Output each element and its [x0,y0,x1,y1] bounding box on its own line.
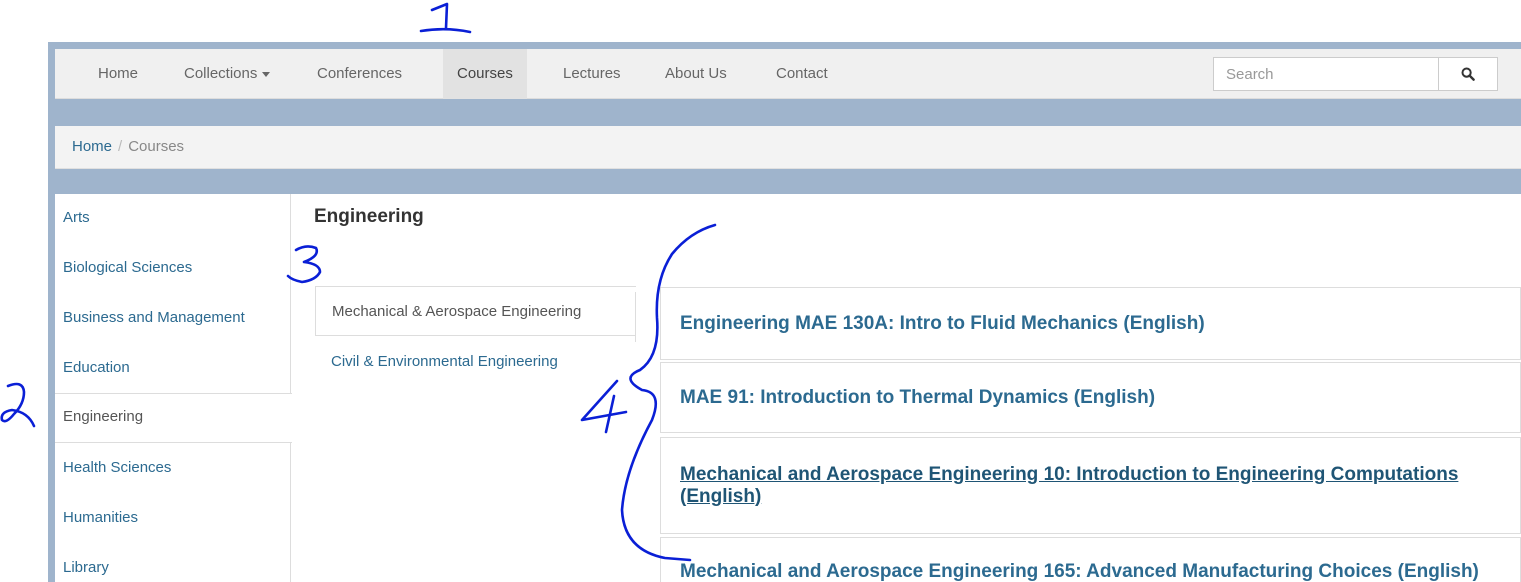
course-item[interactable]: Mechanical and Aerospace Engineering 10:… [660,437,1521,534]
category-arts[interactable]: Arts [55,195,291,245]
category-biological-sciences[interactable]: Biological Sciences [55,245,291,295]
nav-contact-label: Contact [776,65,828,82]
content-panel: Arts Biological Sciences Business and Ma… [55,194,1521,582]
category-divider [290,194,291,393]
nav-collections-dropdown[interactable]: Collections [184,49,271,99]
subcategory-divider [635,292,636,342]
nav-courses[interactable]: Courses [443,49,527,99]
category-library[interactable]: Library [55,545,291,582]
category-business-and-management[interactable]: Business and Management [55,295,291,345]
course-item[interactable]: Engineering MAE 130A: Intro to Fluid Mec… [660,287,1521,360]
course-item[interactable]: MAE 91: Introduction to Thermal Dynamics… [660,362,1521,433]
annotation-mark-2 [0,382,36,428]
page-frame: Home Collections Conferences Courses Lec… [48,42,1521,582]
section-title: Engineering [314,206,424,227]
top-navbar: Home Collections Conferences Courses Lec… [55,49,1521,99]
search-input[interactable] [1213,57,1439,91]
nav-about-us[interactable]: About Us [665,49,727,99]
search-button[interactable] [1438,57,1498,91]
breadcrumb: Home / Courses [55,126,1521,169]
nav-conferences-label: Conferences [317,65,403,82]
nav-conferences[interactable]: Conferences [317,49,402,99]
breadcrumb-home-link[interactable]: Home [72,138,112,155]
course-title: Mechanical and Aerospace Engineering 10:… [680,463,1459,507]
category-engineering[interactable]: Engineering [55,393,292,443]
nav-home[interactable]: Home [98,49,138,99]
course-item[interactable]: Mechanical and Aerospace Engineering 165… [660,537,1521,582]
nav-contact[interactable]: Contact [776,49,828,99]
category-education[interactable]: Education [55,345,291,395]
category-divider [290,442,291,582]
nav-courses-label: Courses [457,65,513,82]
breadcrumb-current: Courses [128,138,185,155]
nav-about-us-label: About Us [665,65,727,82]
category-humanities[interactable]: Humanities [55,495,291,545]
search-icon [1461,67,1475,81]
annotation-mark-1 [419,2,472,34]
course-title: MAE 91: Introduction to Thermal Dynamics… [680,386,1156,408]
subcategory-civil-environmental[interactable]: Civil & Environmental Engineering [315,337,636,387]
nav-lectures[interactable]: Lectures [563,49,621,99]
nav-lectures-label: Lectures [563,65,621,82]
category-health-sciences[interactable]: Health Sciences [55,445,291,495]
nav-collections-label: Collections [184,65,258,82]
caret-down-icon [262,71,271,77]
course-title: Mechanical and Aerospace Engineering 165… [680,561,1479,582]
breadcrumb-separator: / [118,138,123,155]
nav-home-label: Home [98,65,139,82]
course-title: Engineering MAE 130A: Intro to Fluid Mec… [680,312,1205,334]
subcategory-mechanical-aerospace[interactable]: Mechanical & Aerospace Engineering [315,286,636,336]
